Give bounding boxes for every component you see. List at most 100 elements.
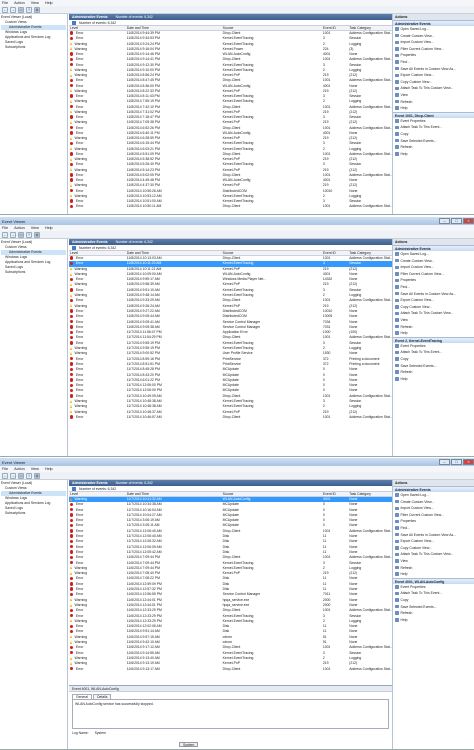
action-item[interactable]: Refresh: [393, 99, 474, 106]
close-button[interactable]: ×: [463, 218, 474, 224]
action-item[interactable]: Filter Current Custom View...: [393, 271, 474, 278]
action-item[interactable]: Save All Events in Custom View As...: [393, 532, 474, 539]
tree-item[interactable]: Subscriptions: [1, 45, 66, 50]
back-icon[interactable]: ←: [2, 231, 8, 238]
minimize-button[interactable]: –: [439, 218, 450, 224]
close-button[interactable]: ×: [463, 459, 474, 465]
action-item[interactable]: Help: [393, 151, 474, 158]
action-item[interactable]: Open Saved Log...: [393, 492, 474, 499]
action-item[interactable]: Find...: [393, 59, 474, 66]
action-item[interactable]: Copy: [393, 356, 474, 363]
column-header[interactable]: Event ID: [322, 26, 348, 30]
action-item[interactable]: Properties: [393, 52, 474, 59]
console-tree-icon[interactable]: ▤: [18, 472, 24, 479]
action-item[interactable]: Help: [393, 617, 474, 624]
action-item[interactable]: View: [393, 317, 474, 324]
column-header[interactable]: Date and Time: [126, 251, 222, 255]
column-header[interactable]: Date and Time: [126, 492, 222, 496]
action-item[interactable]: Attach Task To This Event...: [393, 124, 474, 131]
show-hide-pane-icon[interactable]: ▦: [34, 231, 40, 238]
menu-file[interactable]: File: [2, 226, 8, 230]
action-item[interactable]: View: [393, 558, 474, 565]
forward-icon[interactable]: →: [10, 231, 16, 238]
action-item[interactable]: Find...: [393, 284, 474, 291]
column-header[interactable]: Source: [222, 251, 322, 255]
tree-item[interactable]: Subscriptions: [1, 511, 66, 516]
action-item[interactable]: Save Selected Events...: [393, 604, 474, 611]
action-item[interactable]: Help: [393, 571, 474, 578]
menu-file[interactable]: File: [2, 467, 8, 471]
column-header[interactable]: Source: [222, 492, 322, 496]
tree-item[interactable]: Subscriptions: [1, 270, 66, 275]
action-item[interactable]: Refresh: [393, 369, 474, 376]
action-item[interactable]: Filter Current Custom View...: [393, 46, 474, 53]
maximize-button[interactable]: □: [451, 218, 462, 224]
column-header[interactable]: Source: [222, 26, 322, 30]
tab-general[interactable]: General: [72, 694, 93, 699]
action-item[interactable]: Save Selected Events...: [393, 138, 474, 145]
column-header[interactable]: Date and Time: [126, 26, 222, 30]
action-item[interactable]: Refresh: [393, 610, 474, 617]
column-header[interactable]: Task Category: [348, 492, 392, 496]
action-item[interactable]: Refresh: [393, 324, 474, 331]
action-item[interactable]: Copy Custom View...: [393, 79, 474, 86]
action-item[interactable]: Create Custom View...: [393, 258, 474, 265]
menu-action[interactable]: Action: [14, 226, 25, 230]
back-icon[interactable]: ←: [2, 6, 8, 13]
menu-action[interactable]: Action: [14, 467, 25, 471]
column-header[interactable]: Level: [69, 26, 126, 30]
action-item[interactable]: Attach Task To This Custom View...: [393, 551, 474, 558]
action-item[interactable]: Filter Current Custom View...: [393, 512, 474, 519]
action-item[interactable]: Import Custom View...: [393, 505, 474, 512]
console-tree-icon[interactable]: ▤: [18, 6, 24, 13]
menu-help[interactable]: Help: [45, 226, 53, 230]
action-item[interactable]: Copy: [393, 597, 474, 604]
menu-view[interactable]: View: [31, 1, 39, 5]
action-item[interactable]: Attach Task To This Event...: [393, 590, 474, 597]
action-item[interactable]: Import Custom View...: [393, 264, 474, 271]
action-item[interactable]: Find...: [393, 525, 474, 532]
system-button[interactable]: System: [179, 742, 199, 747]
action-item[interactable]: Save All Events in Custom View As...: [393, 66, 474, 73]
action-item[interactable]: Copy: [393, 131, 474, 138]
column-header[interactable]: Level: [69, 251, 126, 255]
action-item[interactable]: Open Saved Log...: [393, 26, 474, 33]
action-item[interactable]: Open Saved Log...: [393, 251, 474, 258]
action-item[interactable]: Copy Custom View...: [393, 304, 474, 311]
console-tree-icon[interactable]: ▤: [18, 231, 24, 238]
action-item[interactable]: Attach Task To This Custom View...: [393, 85, 474, 92]
action-item[interactable]: Export Custom View...: [393, 72, 474, 79]
column-header[interactable]: Event ID: [322, 251, 348, 255]
column-header[interactable]: Task Category: [348, 26, 392, 30]
menu-help[interactable]: Help: [45, 1, 53, 5]
table-row[interactable]: Error 11/8/2014 10:50:11 AM Dhcp-Client 100…: [69, 204, 392, 209]
forward-icon[interactable]: →: [10, 472, 16, 479]
column-header[interactable]: Event ID: [322, 492, 348, 496]
action-item[interactable]: Refresh: [393, 565, 474, 572]
action-item[interactable]: Export Custom View...: [393, 297, 474, 304]
action-item[interactable]: Properties: [393, 518, 474, 525]
table-row[interactable]: Error 11/7/2014 10:46:57 AM Dhcp-Client 100…: [69, 415, 392, 420]
minimize-button[interactable]: –: [439, 459, 450, 465]
action-item[interactable]: Save Selected Events...: [393, 363, 474, 370]
action-item[interactable]: Attach Task To This Event...: [393, 349, 474, 356]
menu-file[interactable]: File: [2, 1, 8, 5]
tab-details[interactable]: Details: [93, 694, 112, 699]
menu-view[interactable]: View: [31, 226, 39, 230]
maximize-button[interactable]: □: [451, 459, 462, 465]
action-item[interactable]: Create Custom View...: [393, 499, 474, 506]
action-item[interactable]: View: [393, 92, 474, 99]
help-icon[interactable]: ?: [26, 472, 32, 479]
back-icon[interactable]: ←: [2, 472, 8, 479]
action-item[interactable]: Export Custom View...: [393, 538, 474, 545]
action-item[interactable]: Properties: [393, 277, 474, 284]
column-header[interactable]: Level: [69, 492, 126, 496]
menu-view[interactable]: View: [31, 467, 39, 471]
action-item[interactable]: Create Custom View...: [393, 33, 474, 40]
menu-help[interactable]: Help: [45, 467, 53, 471]
forward-icon[interactable]: →: [10, 6, 16, 13]
action-item[interactable]: Help: [393, 105, 474, 112]
action-item[interactable]: Refresh: [393, 144, 474, 151]
action-item[interactable]: Save All Events in Custom View As...: [393, 291, 474, 298]
action-item[interactable]: Help: [393, 376, 474, 383]
